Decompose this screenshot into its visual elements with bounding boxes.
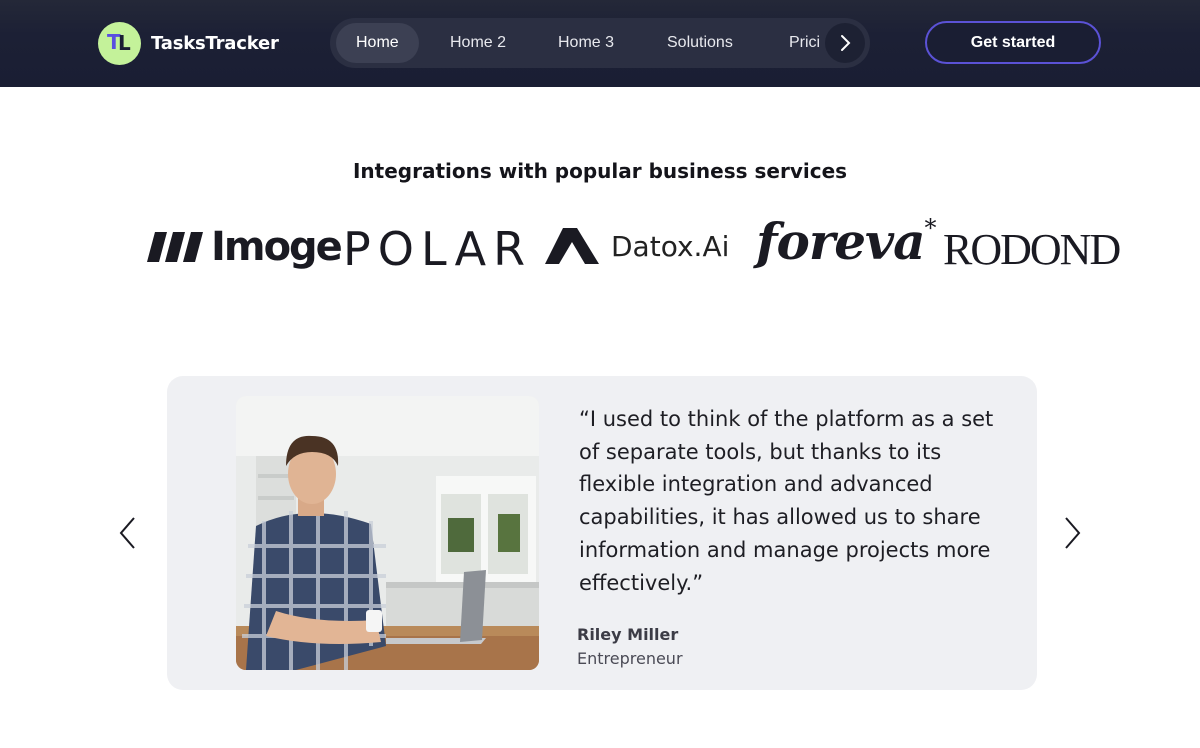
main-nav: Home Home 2 Home 3 Solutions Prici — [330, 18, 870, 68]
logo-foreva-text: foreva — [756, 212, 925, 271]
nav-item-home-3[interactable]: Home 3 — [558, 23, 614, 63]
logo-polar: POLAR — [343, 222, 533, 276]
testimonial-author: Riley Miller — [577, 625, 679, 644]
logo-datox: Datox.Ai — [545, 228, 729, 264]
logo-foreva: foreva * — [756, 212, 936, 271]
site-header: TL TasksTracker Home Home 2 Home 3 Solut… — [0, 0, 1200, 87]
next-testimonial-button[interactable] — [1052, 513, 1092, 553]
get-started-button[interactable]: Get started — [925, 21, 1101, 64]
nav-item-home[interactable]: Home — [336, 23, 419, 63]
logo-imoge-text: Imoge — [211, 224, 343, 270]
testimonial-role: Entrepreneur — [577, 649, 683, 668]
integration-logos: Imoge POLAR Datox.Ai foreva * RODOND — [0, 212, 1200, 282]
brand[interactable]: TL TasksTracker — [98, 21, 279, 65]
nav-scroll-button[interactable] — [825, 23, 865, 63]
logo-imoge: Imoge — [147, 224, 343, 270]
nav-item-home-2[interactable]: Home 2 — [450, 23, 506, 63]
logo-rodond: RODOND — [943, 225, 1121, 274]
prev-testimonial-button[interactable] — [108, 513, 148, 553]
chevron-right-icon — [841, 35, 851, 51]
testimonial-quote: “I used to think of the platform as a se… — [579, 407, 994, 595]
nav-item-pricing[interactable]: Prici — [789, 23, 820, 63]
datox-mark-icon — [545, 228, 599, 264]
brand-logo-icon: TL — [98, 21, 141, 65]
integrations-title: Integrations with popular business servi… — [352, 159, 848, 183]
testimonial-card: “I used to think of the platform as a se… — [167, 376, 1037, 690]
brand-name: TasksTracker — [151, 32, 279, 54]
chevron-left-icon — [119, 517, 135, 549]
chevron-right-icon — [1065, 517, 1081, 549]
logo-datox-text: Datox.Ai — [611, 229, 730, 263]
nav-item-solutions[interactable]: Solutions — [667, 23, 733, 63]
imoge-mark-icon — [147, 232, 203, 262]
asterisk-icon: * — [924, 213, 936, 242]
testimonial-photo — [236, 396, 539, 670]
